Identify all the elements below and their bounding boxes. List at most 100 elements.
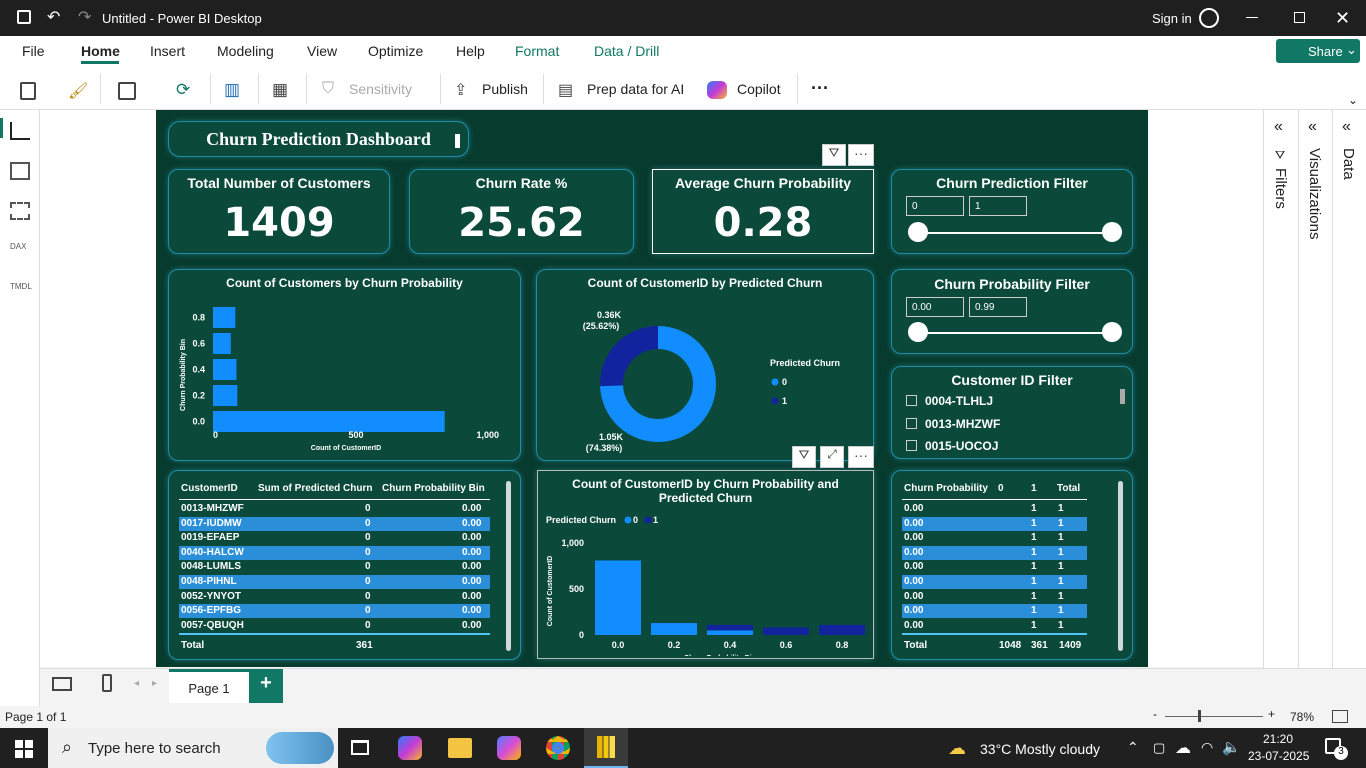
table-row[interactable]: 0040-HALCW 0 0.00 [179,545,490,560]
checkbox[interactable] [906,395,917,406]
menu-data-drill[interactable]: Data / Drill [594,43,659,59]
slicer-max-input[interactable]: 1 [969,196,1027,216]
save-icon[interactable] [17,10,31,24]
collapse-ribbon-icon[interactable]: ⌄ [1348,93,1358,107]
meet-icon[interactable]: ▢ [1153,740,1165,756]
column-header[interactable]: CustomerID [181,483,238,494]
wifi-icon[interactable]: ◠ [1201,739,1213,756]
table-row[interactable]: 0.00 1 1 [902,604,1087,619]
dax-query-icon[interactable]: DAX [10,242,30,260]
format-painter-icon[interactable]: 🖌 [68,81,88,101]
chevron-up-icon[interactable]: ⌃ [1127,739,1139,756]
table-row[interactable]: 0019-EFAEP 0 0.00 [179,531,490,545]
table-row[interactable]: 0.00 1 1 [902,545,1087,560]
column-header[interactable]: 0 [998,483,1004,494]
close-icon[interactable]: ✕ [1335,8,1350,29]
prep-data-button[interactable]: Prep data for AI [587,81,684,97]
mobile-layout-icon[interactable] [102,674,112,692]
churn-probability-slicer[interactable]: Churn Probability Filter 0.00 0.99 [891,269,1133,354]
page-tab-1[interactable]: Page 1 [169,669,249,703]
column-header[interactable]: Churn Probability [904,483,988,494]
copilot-icon[interactable] [707,81,727,99]
share-button[interactable]: Share ⌄ [1276,39,1360,63]
table-row[interactable]: 0013-MHZWF 0 0.00 [179,502,490,516]
filter-icon[interactable]: ⛛ [792,446,816,468]
zoom-in-button[interactable]: + [1268,707,1275,721]
copilot-taskbar-icon[interactable] [398,736,422,760]
model-view-icon[interactable] [10,202,30,220]
file-explorer-icon[interactable] [448,738,472,758]
table-row[interactable]: 0.00 1 1 [902,575,1087,589]
table-row[interactable]: 0.00 1 1 [902,516,1087,531]
menu-format[interactable]: Format [515,43,559,59]
menu-insert[interactable]: Insert [150,43,185,59]
customer-table[interactable]: CustomerID Sum of Predicted Churn Churn … [168,470,521,660]
customer-id-slicer[interactable]: Customer ID Filter 0004-TLHLJ 0013-MHZWF… [891,366,1133,459]
publish-icon[interactable]: ⇪ [454,80,467,100]
chart-churn-probability-bar[interactable]: Count of Customers by Churn Probability … [168,269,521,461]
slicer-list-item[interactable]: 0004-TLHLJ [906,394,993,408]
slicer-list-item[interactable]: 0015-UOCOJ [906,439,998,453]
more-options-button[interactable]: ··· [811,78,829,99]
expand-icon[interactable]: « [1274,118,1283,136]
more-options-icon[interactable]: ··· [848,446,874,468]
table-row[interactable]: 0057-QBUQH 0 0.00 [179,619,490,633]
slider-min-handle[interactable] [908,322,928,342]
column-header[interactable]: Total [1057,483,1080,494]
slider-max-handle[interactable] [1102,322,1122,342]
table-view-icon[interactable] [10,162,30,180]
prep-data-icon[interactable]: ▤ [558,80,573,100]
table-row[interactable]: 0056-EPFBG 0 0.00 [179,604,490,619]
menu-view[interactable]: View [307,43,337,59]
filters-pane[interactable]: « ⛛ Filters [1263,110,1298,668]
get-data-icon[interactable] [118,82,136,100]
menu-modeling[interactable]: Modeling [217,43,274,59]
taskbar-search-box[interactable]: ⌕ Type here to search [48,728,338,768]
add-page-button[interactable]: + [249,669,283,703]
kpi-card-churn-rate[interactable]: Churn Rate % 25.62 [409,169,634,254]
menu-help[interactable]: Help [456,43,485,59]
refresh-icon[interactable]: ⟳ [176,80,190,100]
calculator-icon[interactable]: ▦ [272,80,288,100]
slicer-min-input[interactable]: 0 [906,196,964,216]
more-options-icon[interactable]: ··· [848,144,874,166]
clock-date[interactable]: 23-07-2025 [1248,749,1309,763]
table-row[interactable]: 0.00 1 1 [902,560,1087,574]
publish-button[interactable]: Publish [482,81,528,97]
table-row[interactable]: 0052-YNYOT 0 0.00 [179,590,490,604]
zoom-slider-handle[interactable] [1198,710,1201,722]
windows-start-icon[interactable] [15,740,33,758]
chart-stacked-column[interactable]: Count of CustomerID by Churn Probability… [537,470,874,659]
redo-icon[interactable]: ↷ [78,7,91,27]
slider-min-handle[interactable] [908,222,928,242]
checkbox[interactable] [906,418,917,429]
menu-file[interactable]: File [22,43,45,59]
copilot-button[interactable]: Copilot [737,81,781,97]
focus-mode-icon[interactable]: ⤢ [820,446,844,468]
table-row[interactable]: 0017-IUDMW 0 0.00 [179,516,490,531]
slicer-max-input[interactable]: 0.99 [969,297,1027,317]
column-header[interactable]: Sum of Predicted Churn [258,483,372,494]
scrollbar[interactable] [506,481,511,651]
expand-icon[interactable]: « [1308,118,1317,136]
scrollbar[interactable] [1120,389,1125,404]
checkbox[interactable] [906,440,917,451]
tmdl-view-icon[interactable]: TMDL [10,282,32,300]
undo-icon[interactable]: ↶ [47,7,60,27]
report-view-icon[interactable] [10,122,30,140]
chart-predicted-churn-donut[interactable]: Count of CustomerID by Predicted Churn 0… [536,269,874,461]
next-page-icon[interactable]: ▸ [152,678,157,689]
account-icon[interactable] [1199,8,1219,28]
minimize-icon[interactable] [1246,17,1258,18]
desktop-layout-icon[interactable] [52,677,72,691]
churn-probability-matrix[interactable]: Churn Probability 0 1 Total 0.00 1 1 0.00 1 1… [891,470,1133,660]
table-row[interactable]: 0048-PIHNL 0 0.00 [179,575,490,589]
new-visual-icon[interactable]: ▥ [224,80,240,100]
m365-icon[interactable] [497,736,521,760]
table-row[interactable]: 0048-LUMLS 0 0.00 [179,560,490,574]
data-pane[interactable]: « Data [1332,110,1366,668]
kpi-card-total-customers[interactable]: Total Number of Customers 1409 [168,169,390,254]
sign-in-link[interactable]: Sign in [1152,11,1192,26]
slider-max-handle[interactable] [1102,222,1122,242]
task-view-icon[interactable] [351,740,369,755]
